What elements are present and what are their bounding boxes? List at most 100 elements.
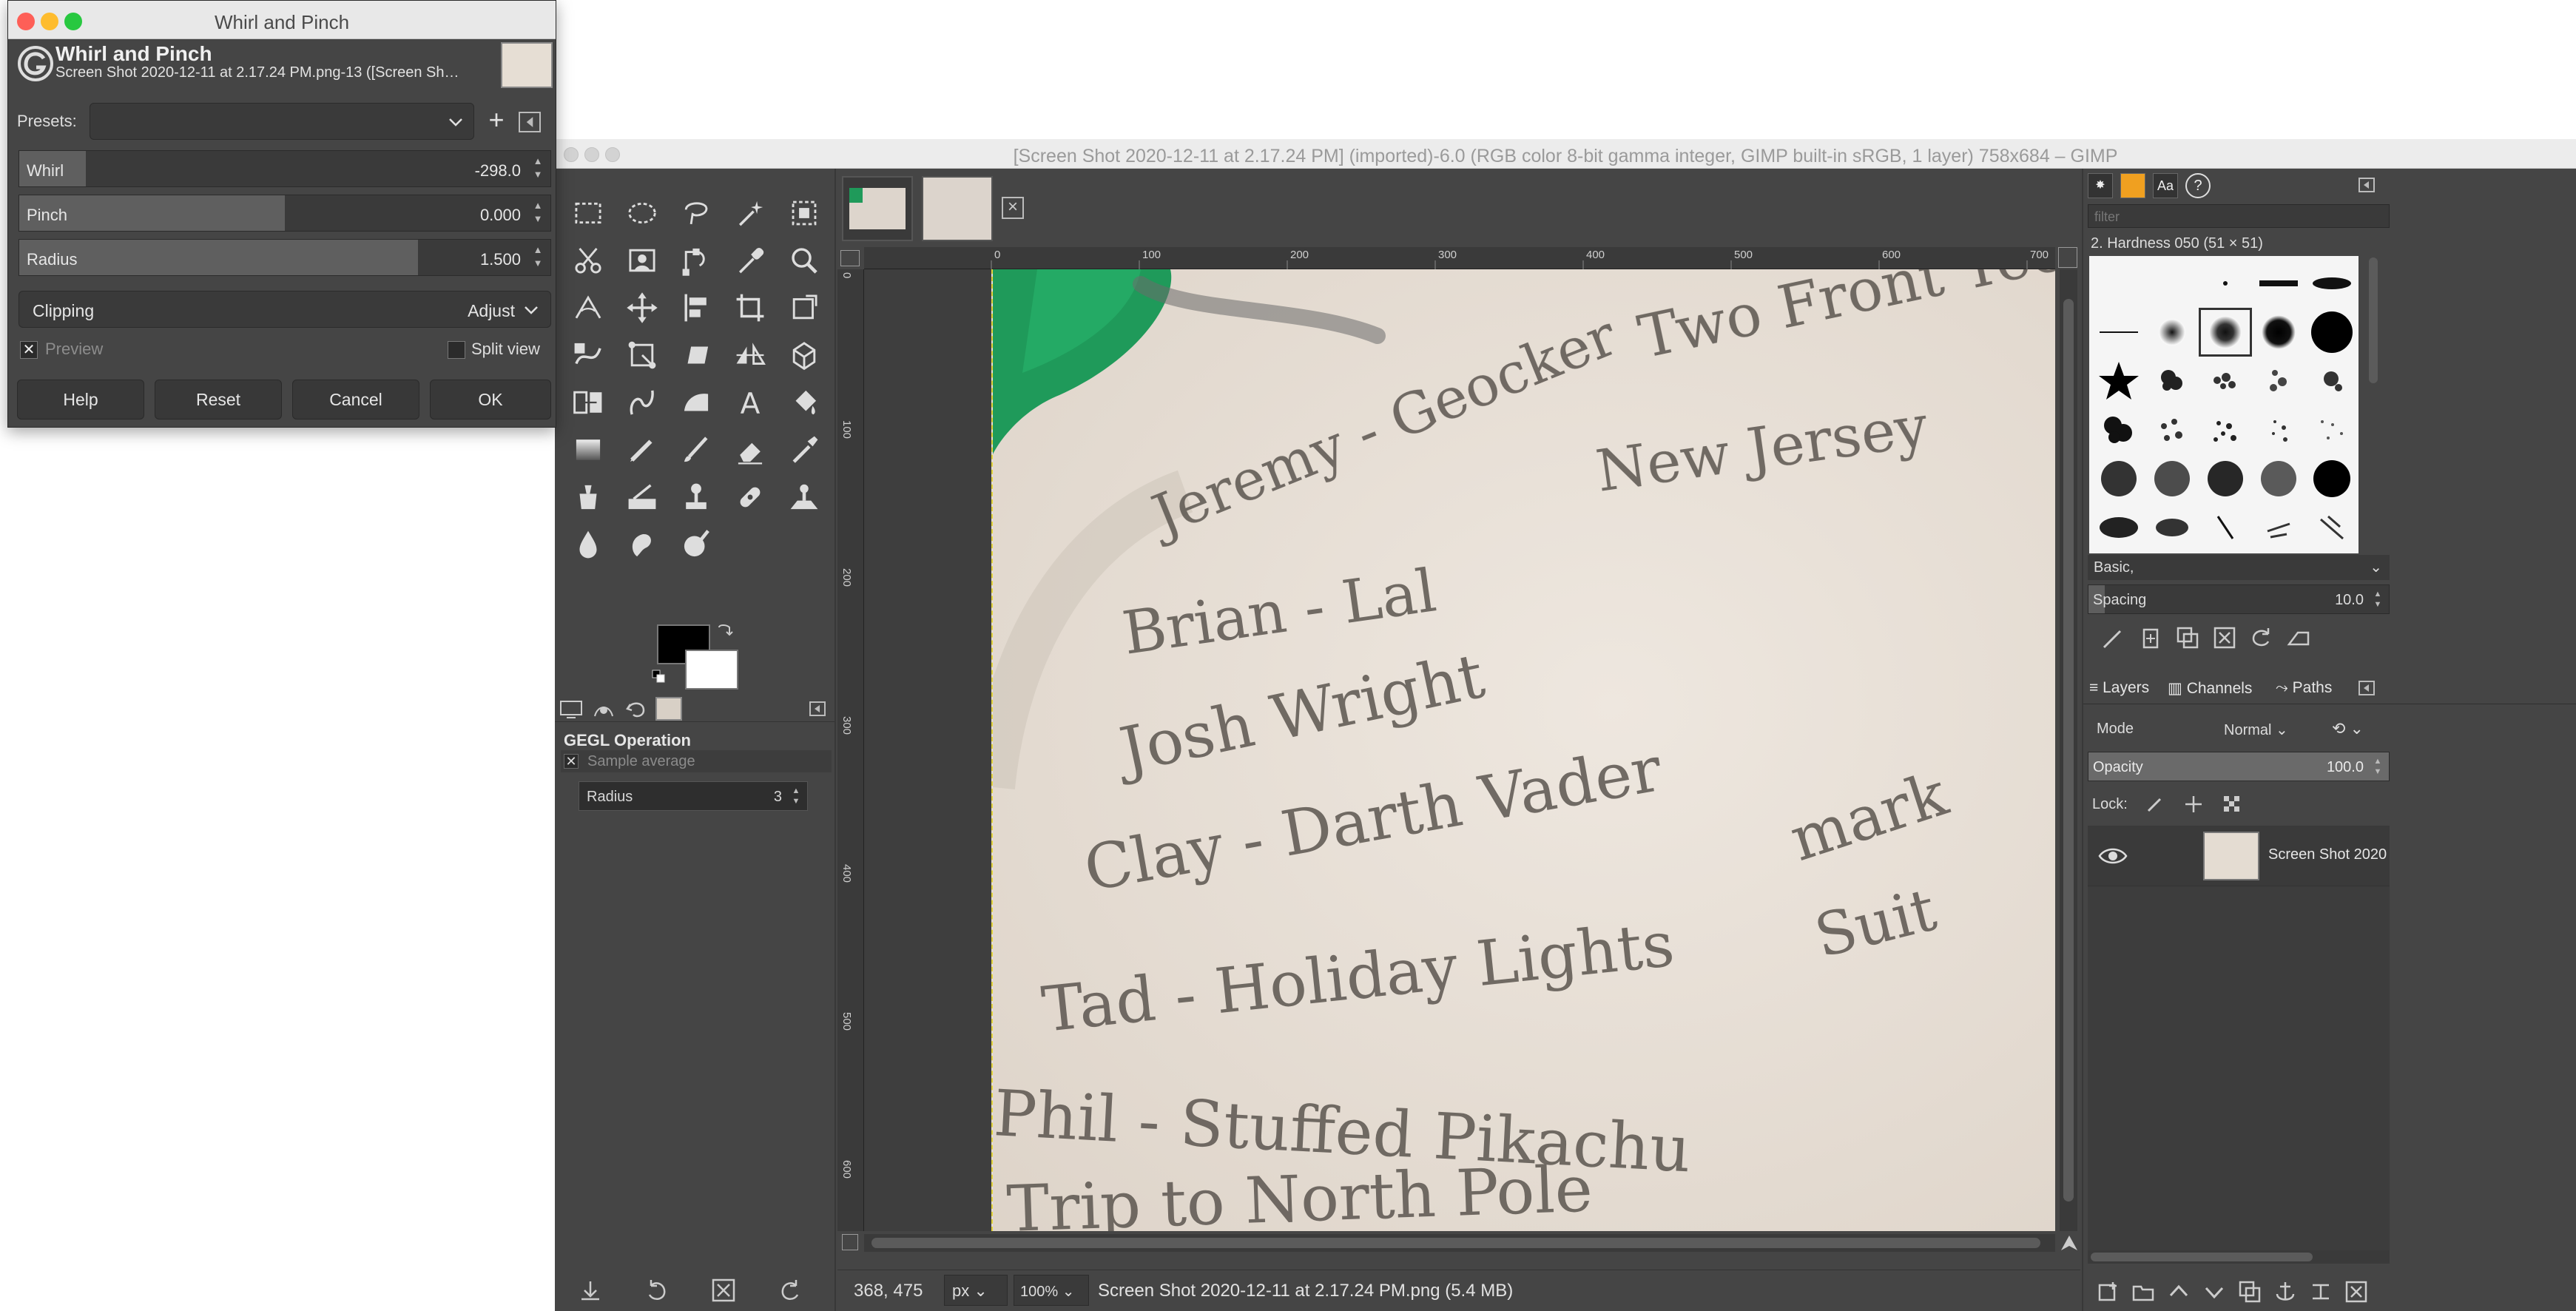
radius-value[interactable]: 1.500 <box>480 250 521 269</box>
raise-layer-icon[interactable] <box>2166 1279 2191 1304</box>
duplicate-layer-icon[interactable] <box>2237 1279 2262 1304</box>
vertical-scroll-thumb[interactable] <box>2063 299 2074 1202</box>
brush-item[interactable] <box>2252 503 2305 552</box>
whirl-value[interactable]: -298.0 <box>475 161 521 181</box>
spin-up-icon[interactable]: ▲ <box>531 155 544 166</box>
restore-tool-preset-icon[interactable] <box>644 1277 670 1304</box>
brush-item[interactable] <box>2145 357 2199 405</box>
layer-thumbnail[interactable] <box>2203 832 2259 880</box>
star-brush-icon[interactable] <box>2092 357 2145 405</box>
spin-down-icon[interactable]: ▼ <box>2371 600 2384 609</box>
perspective-clone-icon[interactable] <box>777 473 831 521</box>
ok-button[interactable]: OK <box>430 380 551 419</box>
brush-item[interactable] <box>2199 503 2252 552</box>
brush-item[interactable] <box>2092 308 2145 357</box>
spin-up-icon[interactable]: ▲ <box>531 200 544 211</box>
brush-item[interactable] <box>2252 357 2305 405</box>
sample-radius-spinbox[interactable]: Radius 3 ▲ ▼ <box>579 781 808 811</box>
default-colors-icon[interactable] <box>651 669 666 684</box>
perspective-tool-icon[interactable] <box>669 331 723 379</box>
configure-layers-dock-icon[interactable] <box>2358 681 2375 695</box>
save-tool-preset-icon[interactable] <box>577 1277 604 1304</box>
spin-down-icon[interactable]: ▼ <box>789 797 803 806</box>
lock-position-icon[interactable] <box>2184 795 2203 814</box>
radius-slider[interactable]: Radius 1.500 ▲ ▼ <box>18 239 551 276</box>
fonts-tab-icon[interactable]: Aa <box>2153 173 2178 198</box>
align-tool-icon[interactable] <box>669 284 723 331</box>
rect-select-tool-icon[interactable] <box>561 189 615 237</box>
brush-item[interactable] <box>2305 308 2358 357</box>
delete-tool-preset-icon[interactable] <box>710 1277 737 1304</box>
brush-item[interactable] <box>2092 454 2145 503</box>
clone-tool-icon[interactable] <box>669 473 723 521</box>
reset-tool-options-icon[interactable] <box>777 1277 803 1304</box>
brush-item[interactable] <box>2305 405 2358 454</box>
lock-alpha-icon[interactable] <box>2222 795 2242 814</box>
mode-switch-icon[interactable]: ⟲ ⌄ <box>2332 719 2364 738</box>
vertical-scrollbar[interactable] <box>2060 269 2077 1231</box>
clipping-dropdown[interactable]: Clipping Adjust <box>18 291 551 328</box>
brush-item[interactable] <box>2092 259 2145 308</box>
pinch-slider[interactable]: Pinch 0.000 ▲ ▼ <box>18 195 551 232</box>
brush-list-scrollbar[interactable] <box>2364 257 2382 553</box>
brush-item[interactable] <box>2305 454 2358 503</box>
zoom-selector[interactable]: 100% ⌄ <box>1014 1275 1089 1306</box>
paths-tool-icon[interactable] <box>669 237 723 284</box>
horizontal-ruler[interactable]: 0 100 200 300 400 500 600 700 <box>864 247 2055 269</box>
anchor-layer-icon[interactable] <box>2273 1279 2298 1304</box>
airbrush-tool-icon[interactable] <box>777 426 831 473</box>
unit-selector[interactable]: px ⌄ <box>944 1275 1008 1306</box>
spin-down-icon[interactable]: ▼ <box>531 213 544 224</box>
configure-dock-icon[interactable] <box>2358 178 2375 192</box>
zoom-to-fit-icon[interactable] <box>2058 247 2077 268</box>
layers-horizontal-scrollbar[interactable] <box>2088 1250 2390 1264</box>
preview-checkbox[interactable]: ✕ <box>20 341 38 359</box>
new-layer-icon[interactable] <box>2095 1279 2120 1304</box>
layer-row[interactable]: Screen Shot 2020-12-11 at 2.17.24 PM.png <box>2088 826 2390 886</box>
brush-item[interactable] <box>2145 454 2199 503</box>
tab-paths[interactable]: ⤳ Paths <box>2273 675 2335 701</box>
brush-item[interactable] <box>2305 503 2358 552</box>
ellipse-select-tool-icon[interactable] <box>615 189 669 237</box>
new-brush-icon[interactable] <box>2138 625 2163 650</box>
configure-tab-icon[interactable] <box>809 701 826 716</box>
eraser-tool-icon[interactable] <box>723 426 777 473</box>
flip-tool-icon[interactable] <box>723 331 777 379</box>
text-path-icon[interactable] <box>615 379 669 426</box>
vertical-ruler[interactable]: 0 100 200 300 400 500 600 <box>837 269 864 1231</box>
brush-item[interactable] <box>2199 405 2252 454</box>
text-tool-icon[interactable]: A <box>723 379 777 426</box>
preview-label[interactable]: Preview <box>45 340 103 359</box>
edit-brush-icon[interactable] <box>2101 625 2126 650</box>
help-tab-icon[interactable]: ? <box>2185 173 2211 198</box>
brush-spacing-slider[interactable]: Spacing 10.0 ▲ ▼ <box>2088 584 2390 614</box>
lock-pixels-icon[interactable] <box>2145 795 2165 814</box>
blur-sharpen-icon[interactable] <box>561 521 615 568</box>
reset-button[interactable]: Reset <box>155 380 282 419</box>
smudge-tool-icon[interactable] <box>615 521 669 568</box>
zoom-tool-icon[interactable] <box>777 237 831 284</box>
ink-tool-icon[interactable] <box>561 473 615 521</box>
refresh-brushes-icon[interactable] <box>2249 625 2274 650</box>
brush-item[interactable] <box>2252 405 2305 454</box>
image-canvas[interactable]: Two Front Teeth New Jersey Jeremy - Geoc… <box>864 269 2055 1231</box>
cage-transform-icon[interactable] <box>777 331 831 379</box>
gradient-tool-icon[interactable] <box>561 426 615 473</box>
scissors-select-icon[interactable] <box>561 237 615 284</box>
crop-tool-icon[interactable] <box>723 284 777 331</box>
image-tab-2[interactable] <box>922 176 993 241</box>
navigate-icon[interactable] <box>2060 1234 2079 1252</box>
brush-item[interactable] <box>2199 259 2252 308</box>
sample-average-checkbox[interactable]: ✕ <box>564 754 579 769</box>
dialog-titlebar[interactable]: Whirl and Pinch <box>8 1 556 39</box>
spin-up-icon[interactable]: ▲ <box>2371 757 2384 766</box>
background-color-swatch[interactable] <box>685 650 738 690</box>
split-view-label[interactable]: Split view <box>471 340 540 359</box>
image-tab-1[interactable] <box>842 176 913 241</box>
images-tab-icon[interactable] <box>655 697 682 721</box>
unified-transform-icon[interactable] <box>777 284 831 331</box>
merge-layer-icon[interactable] <box>2308 1279 2333 1304</box>
tab-channels[interactable]: ▥ Channels <box>2165 675 2255 702</box>
gimp-titlebar[interactable]: [Screen Shot 2020-12-11 at 2.17.24 PM] (… <box>555 139 2576 169</box>
handle-transform-icon[interactable] <box>615 331 669 379</box>
